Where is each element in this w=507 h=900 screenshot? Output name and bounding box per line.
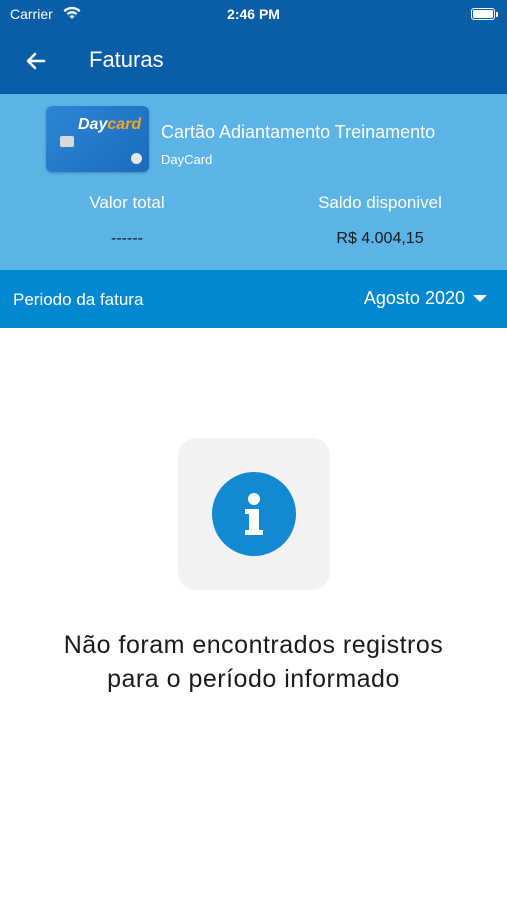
available-balance-label: Saldo disponivel xyxy=(318,193,442,212)
card-name: Cartão Adiantamento Treinamento xyxy=(161,122,436,142)
card-image: Daycard xyxy=(46,106,149,172)
period-bar: Periodo da fatura Agosto 2020 xyxy=(0,270,507,328)
caret-down-icon xyxy=(473,295,487,302)
app-bar: Faturas xyxy=(0,28,507,94)
available-balance-value: R$ 4.004,15 xyxy=(336,230,424,247)
empty-state: Não foram encontrados registros para o p… xyxy=(0,328,507,900)
card-brand-label: DayCard xyxy=(161,152,213,167)
total-value: ------ xyxy=(111,230,143,247)
period-selected-value: Agosto 2020 xyxy=(363,288,465,308)
back-button[interactable] xyxy=(18,43,54,79)
period-dropdown[interactable]: Agosto 2020 xyxy=(364,288,487,309)
total-label: Valor total xyxy=(89,193,165,212)
period-label: Periodo da fatura xyxy=(13,290,144,309)
card-chip-icon xyxy=(60,136,74,147)
card-summary-panel: Daycard Cartão Adiantamento Treinamento … xyxy=(0,94,507,270)
info-icon-container xyxy=(178,438,330,590)
info-icon xyxy=(212,472,296,556)
empty-message: Não foram encontrados registros para o p… xyxy=(0,628,507,696)
card-brand-icon xyxy=(131,153,142,164)
arrow-left-icon xyxy=(26,52,46,70)
empty-message-line1: Não foram encontrados registros xyxy=(63,631,444,659)
status-bar: Carrier 2:46 PM xyxy=(0,0,507,28)
page-title: Faturas xyxy=(89,47,164,72)
status-time: 2:46 PM xyxy=(227,6,280,22)
battery-icon xyxy=(471,8,498,20)
empty-message-line2: para o período informado xyxy=(107,665,400,693)
card-logo: Daycard xyxy=(78,116,142,133)
